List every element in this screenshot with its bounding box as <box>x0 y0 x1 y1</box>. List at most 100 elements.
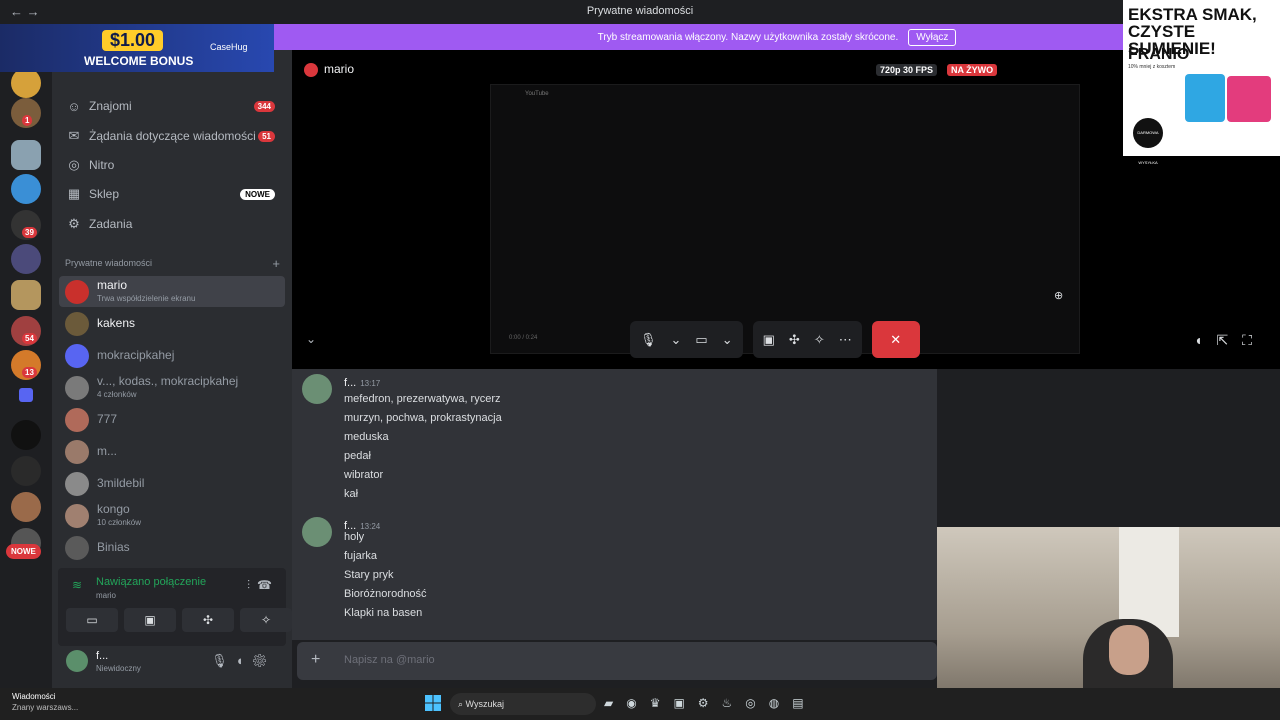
more-icon[interactable]: ⋯ <box>839 332 852 348</box>
dm-item[interactable]: 3mildebil <box>59 468 285 499</box>
camera-off-icon[interactable]: ▭ <box>695 332 707 348</box>
message-line: pedał <box>344 450 371 462</box>
dm-name: 777 <box>97 412 118 426</box>
screen-share-button[interactable]: ▣ <box>124 608 176 632</box>
attach-icon[interactable]: + <box>311 651 320 669</box>
activities-icon[interactable]: ✣ <box>789 332 800 348</box>
dm-name: m... <box>97 444 117 458</box>
activities-button[interactable]: ✣ <box>182 608 234 632</box>
server-icon[interactable] <box>11 174 41 204</box>
shared-screen[interactable]: YouTube 0:00 / 0:24 <box>490 84 1080 354</box>
dm-name: mokracipkahej <box>97 348 175 362</box>
live-badge: NA ŻYWO <box>947 64 998 76</box>
dm-item[interactable]: Binias <box>59 532 285 563</box>
dm-item[interactable]: kakens <box>59 308 285 339</box>
author-name[interactable]: f... <box>344 377 356 389</box>
ad-brand: FRANIO <box>1128 46 1190 63</box>
create-dm-icon[interactable]: + <box>272 256 280 271</box>
taskbar-search[interactable]: ⌕ Wyszukaj <box>450 693 596 715</box>
avatar[interactable] <box>66 650 88 672</box>
dm-name: 3mildebil <box>97 476 145 490</box>
dm-item[interactable]: kongo 10 członków <box>59 500 285 531</box>
server-icon[interactable] <box>11 456 41 486</box>
chevron-down-icon[interactable]: ⌄ <box>671 332 682 348</box>
timestamp: 13:17 <box>360 379 381 388</box>
notification-title: Wiadomości <box>12 692 56 701</box>
server-icon[interactable] <box>11 140 41 170</box>
dm-item[interactable]: mario Trwa współdzielenie ekranu <box>59 276 285 307</box>
soundboard-button[interactable]: ✧ <box>240 608 292 632</box>
user-panel: f... Niewidoczny 🎙◖⚙ <box>58 650 286 682</box>
avatar <box>304 62 318 77</box>
message-input[interactable]: + Napisz na @mario <box>297 642 937 680</box>
free-shipping-badge: DARMOWA WYSYŁKA <box>1133 118 1163 165</box>
bonus-text: WELCOME BONUS <box>84 54 194 68</box>
new-badge: NOWE <box>6 544 41 559</box>
disconnect-icon[interactable]: ☎ <box>257 578 272 592</box>
sidebar-item-nitro[interactable]: ◎ Nitro <box>59 151 285 179</box>
message-line: kał <box>344 488 359 500</box>
folder-icon[interactable] <box>19 388 33 402</box>
dm-item[interactable]: v..., kodas., mokracipkahej 4 członków <box>59 372 285 403</box>
avatar[interactable] <box>302 517 332 547</box>
screen-share-icon[interactable]: ▣ <box>763 332 775 348</box>
camera-button[interactable]: ▭ <box>66 608 118 632</box>
dm-item[interactable]: 777 <box>59 404 285 435</box>
server-icon[interactable] <box>11 68 41 98</box>
taskbar-apps[interactable]: ▰◉♛▣⚙♨◎◍▤ <box>604 696 817 710</box>
windows-start-icon[interactable] <box>425 695 441 711</box>
mail-icon: ✉ <box>68 128 80 143</box>
chevron-down-icon[interactable]: ⌄ <box>306 332 316 346</box>
avatar <box>65 471 89 496</box>
share-group[interactable]: ▣ ✣ ✧ ⋯ <box>752 321 862 358</box>
mic-camera-group[interactable]: 🎙 ⌄ ▭ ⌄ <box>630 321 743 358</box>
mic-icon[interactable]: 🎙 <box>640 332 657 348</box>
avatar[interactable] <box>302 374 332 404</box>
dm-name: Binias <box>97 540 130 554</box>
server-icon[interactable] <box>11 492 41 522</box>
dm-name: kakens <box>97 316 136 330</box>
sidebar-item-friends[interactable]: ☺ Znajomi 344 <box>59 92 285 120</box>
avatar <box>65 311 89 336</box>
stream-view-controls[interactable]: ◖⇱⛶ <box>1194 332 1266 349</box>
message-line: Stary pryk <box>344 569 394 581</box>
server-badge: 39 <box>22 227 37 238</box>
message-line: Bioróżnorodność <box>344 588 427 600</box>
product-image <box>1185 74 1225 122</box>
friends-icon: ☺ <box>67 98 81 114</box>
server-icon[interactable] <box>11 244 41 274</box>
avatar <box>65 343 89 368</box>
sidebar-item-message-requests[interactable]: ✉ Żądania dotyczące wiadomości 51 <box>59 122 285 150</box>
nitro-icon: ◎ <box>68 157 80 172</box>
disable-streamer-mode-button[interactable]: Wyłącz <box>908 28 957 46</box>
server-icon[interactable] <box>11 420 41 450</box>
taskbar-notification[interactable]: Wiadomości Znany warszaws... <box>12 692 78 712</box>
sidebar-item-label: Zadania <box>89 217 133 231</box>
dm-name: v..., kodas., mokracipkahej <box>97 373 239 388</box>
avatar <box>65 535 89 560</box>
dm-sidebar: ☺ Znajomi 344 ✉ Żądania dotyczące wiadom… <box>52 50 292 688</box>
product-image <box>1227 76 1271 122</box>
end-call-button[interactable]: ✕ <box>871 321 920 358</box>
soundboard-icon[interactable]: ✧ <box>814 332 825 348</box>
sidebar-item-label: Znajomi <box>89 99 132 113</box>
new-badge: NOWE <box>240 188 275 200</box>
message-line: holy <box>344 531 365 543</box>
sidebar-item-quests[interactable]: ⚙ Zadania <box>59 210 285 238</box>
user-controls[interactable]: 🎙◖⚙ <box>211 653 276 669</box>
zoom-icon[interactable]: ⊕ <box>1054 289 1063 302</box>
casino-ad-overlay: $1.00 WELCOME BONUS CaseHug <box>0 24 274 72</box>
dm-header: Prywatne wiadomości + <box>65 256 280 271</box>
dm-item[interactable]: mokracipkahej <box>59 340 285 371</box>
chevron-down-icon[interactable]: ⌄ <box>722 332 733 348</box>
dm-header-label: Prywatne wiadomości <box>65 258 153 268</box>
avatar <box>65 279 89 304</box>
sidebar-item-shop[interactable]: ▦ Sklep NOWE <box>59 180 285 208</box>
count-badge: 51 <box>258 130 275 142</box>
soundboard-icon[interactable]: ⫶ <box>247 578 250 593</box>
message-line: murzyn, pochwa, prokrastynacja <box>344 412 502 424</box>
signal-icon: ≋ <box>72 578 83 592</box>
dm-item[interactable]: m... <box>59 436 285 467</box>
message-header: f... 13:17 <box>344 377 380 389</box>
server-icon[interactable] <box>11 280 41 310</box>
